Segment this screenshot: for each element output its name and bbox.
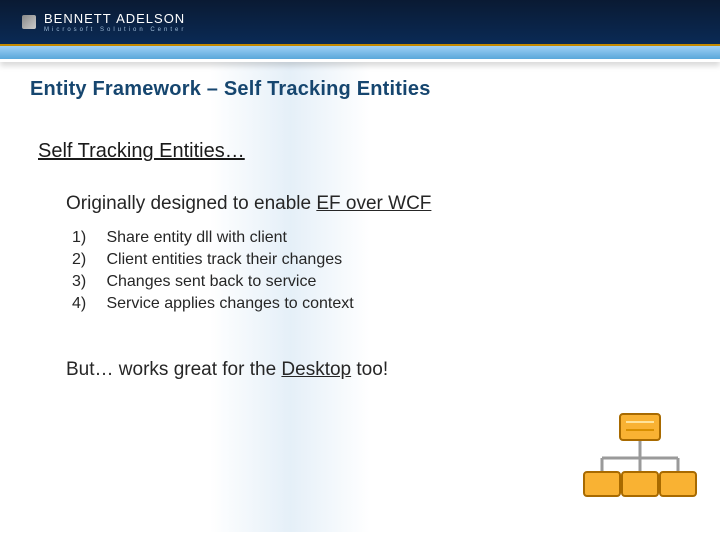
list-item: 4) Service applies changes to context (72, 295, 690, 313)
brand-logo: BENNETT ADELSON Microsoft Solution Cente… (22, 12, 186, 33)
step-number: 4) (72, 295, 102, 313)
steps-list: 1) Share entity dll with client 2) Clien… (72, 229, 690, 313)
brand-name: BENNETT ADELSON (44, 12, 186, 25)
subheading: Self Tracking Entities… (38, 140, 690, 163)
step-text: Client entities track their changes (106, 251, 342, 268)
header-band: BENNETT ADELSON Microsoft Solution Cente… (0, 0, 720, 44)
list-item: 1) Share entity dll with client (72, 229, 690, 247)
slide-title: Entity Framework – Self Tracking Entitie… (30, 78, 431, 101)
slide: BENNETT ADELSON Microsoft Solution Cente… (0, 0, 720, 540)
closing-suffix: too! (351, 359, 388, 380)
blue-bar (0, 46, 720, 62)
brand-text: BENNETT ADELSON Microsoft Solution Cente… (44, 12, 186, 33)
closing-prefix: But… works great for the (66, 359, 281, 380)
step-text: Service applies changes to context (106, 295, 353, 312)
intro-prefix: Originally designed to enable (66, 193, 316, 214)
closing-underlined: Desktop (281, 359, 351, 380)
brand-name-part2: ADELSON (116, 11, 185, 26)
list-item: 3) Changes sent back to service (72, 273, 690, 291)
brand-mark-icon (22, 15, 36, 29)
brand-name-part1: BENNETT (44, 11, 111, 26)
step-text: Share entity dll with client (106, 229, 287, 246)
intro-line: Originally designed to enable EF over WC… (66, 193, 690, 215)
list-item: 2) Client entities track their changes (72, 251, 690, 269)
step-text: Changes sent back to service (106, 273, 316, 290)
org-tree-icon (580, 400, 700, 520)
closing-line: But… works great for the Desktop too! (66, 359, 690, 381)
step-number: 3) (72, 273, 102, 291)
step-number: 1) (72, 229, 102, 247)
intro-underlined: EF over WCF (316, 193, 431, 214)
brand-tagline: Microsoft Solution Center (44, 27, 186, 33)
header-underline (0, 44, 720, 62)
step-number: 2) (72, 251, 102, 269)
slide-body: Self Tracking Entities… Originally desig… (38, 140, 690, 381)
